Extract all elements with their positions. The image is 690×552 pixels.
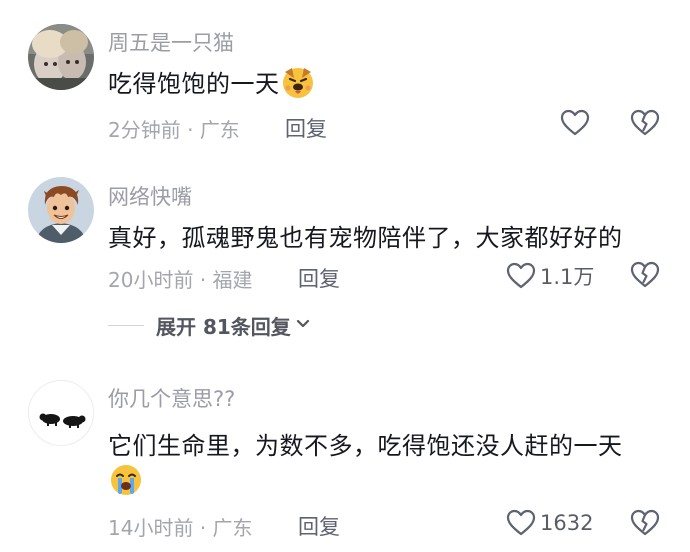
meta-separator: · (199, 516, 207, 540)
comment-location: 广东 (199, 118, 240, 142)
comment-item: 网络快嘴 真好，孤魂野鬼也有宠物陪伴了，大家都好好的 20小时前 · 福建 回复… (0, 160, 690, 360)
meta-separator: · (187, 118, 194, 142)
comment-location: 广东 (212, 516, 253, 540)
dislike-button[interactable] (630, 261, 660, 293)
reply-button[interactable]: 回复 (298, 511, 340, 541)
comment-username[interactable]: 周五是一只猫 (108, 27, 234, 57)
comment-time: 2分钟前 (108, 118, 181, 142)
expand-replies-button[interactable]: 展开 81条回复 (108, 312, 311, 339)
like-button[interactable] (560, 109, 590, 137)
comment-username[interactable]: 你几个意思?? (108, 383, 235, 413)
avatar[interactable] (28, 177, 94, 243)
avatar[interactable] (28, 24, 94, 90)
comment-text: 吃得饱饱的一天 (108, 64, 316, 106)
comment-list: 周五是一只猫 吃得饱饱的一天 2分钟前 · 广东 回复 网络快嘴 真好，孤魂野鬼… (0, 0, 690, 552)
broken-heart-icon (630, 109, 660, 141)
comment-meta: 20小时前 · 福建 (108, 264, 253, 293)
expand-replies-label: 展开 81条回复 (156, 314, 291, 339)
like-button[interactable]: 1.1万 (506, 261, 594, 291)
heart-icon (560, 109, 590, 137)
comment-text: 真好，孤魂野鬼也有宠物陪伴了，大家都好好的 (108, 224, 623, 252)
loudly-crying-face-emoji-icon (108, 462, 144, 502)
comment-text: 它们生命里，为数不多，吃得饱还没人赶的一天 (108, 432, 623, 460)
comment-time: 14小时前 (108, 516, 194, 540)
divider (108, 324, 144, 326)
comment-item: 周五是一只猫 吃得饱饱的一天 2分钟前 · 广东 回复 (0, 0, 690, 160)
broken-heart-icon (630, 509, 660, 541)
like-count: 1632 (540, 511, 594, 535)
heart-icon (506, 509, 536, 537)
reply-button[interactable]: 回复 (285, 113, 327, 143)
reply-button[interactable]: 回复 (298, 263, 340, 293)
avatar[interactable] (28, 380, 94, 446)
comment-text-body: 吃得饱饱的一天 (108, 70, 280, 98)
broken-heart-icon (630, 261, 660, 293)
heart-icon (506, 262, 536, 290)
comment-item: 你几个意思?? 它们生命里，为数不多，吃得饱还没人赶的一天 14小时前 · 广东… (0, 360, 690, 552)
chevron-down-icon (295, 315, 311, 335)
comment-time: 20小时前 (108, 268, 194, 292)
comment-meta: 2分钟前 · 广东 (108, 114, 240, 143)
like-button[interactable]: 1632 (506, 509, 593, 537)
dislike-button[interactable] (630, 509, 660, 541)
meta-separator: · (199, 268, 207, 292)
like-count: 1.1万 (540, 265, 595, 289)
comment-location: 福建 (212, 268, 253, 292)
dog-face-emoji-icon (280, 64, 316, 106)
comment-username[interactable]: 网络快嘴 (108, 181, 192, 211)
dislike-button[interactable] (630, 109, 660, 141)
comment-meta: 14小时前 · 广东 (108, 512, 253, 541)
